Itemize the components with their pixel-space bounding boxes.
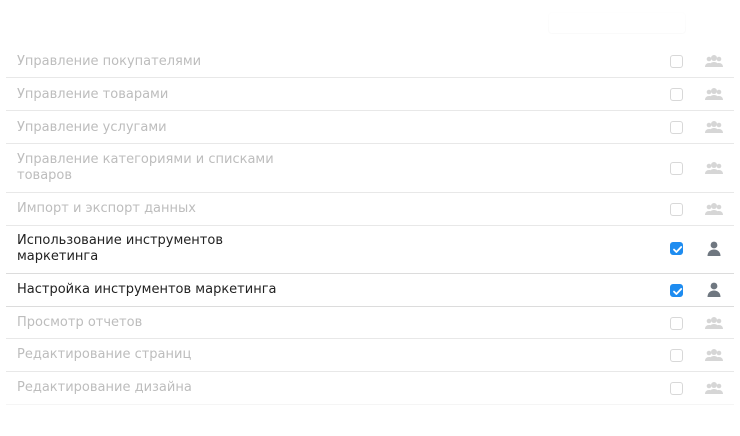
users-group-icon [705,203,723,215]
permission-label: Редактирование страниц [17,347,192,362]
permission-checkbox[interactable] [670,88,683,101]
permission-row-0: Управление покупателями [6,45,734,78]
permission-label: Использование инструментов маркетинга [17,233,223,264]
permission-row-3: Управление категориями и списками товаро… [6,144,734,193]
permission-row-2: Управление услугами [6,111,734,144]
user-icon [707,282,721,297]
users-group-icon [705,317,723,329]
permission-label: Управление категориями и списками товаро… [17,152,274,183]
permission-row-5: Использование инструментов маркетинга [6,226,734,274]
permissions-panel: Управление покупателями Управление товар… [0,0,740,436]
users-group-icon [705,349,723,361]
permission-checkbox[interactable] [670,162,683,175]
top-fade-overlay [0,0,740,48]
permission-checkbox[interactable] [670,121,683,134]
permission-row-1: Управление товарами [6,78,734,111]
users-group-icon [705,88,723,100]
permission-checkbox-checked[interactable] [670,242,683,255]
users-group-icon [705,382,723,394]
permission-checkbox[interactable] [670,203,683,216]
checkmark-icon [673,288,683,295]
bottom-fade-overlay [0,400,740,436]
permission-checkbox[interactable] [670,55,683,68]
permission-label: Импорт и экспорт данных [17,201,196,216]
permission-row-8: Редактирование страниц [6,339,734,372]
permission-row-6: Настройка инструментов маркетинга [6,274,734,307]
users-group-icon [705,55,723,67]
checkmark-icon [673,246,683,253]
permission-label: Управление услугами [17,120,167,135]
permission-label: Просмотр отчетов [17,315,143,330]
permission-label: Управление покупателями [17,54,202,69]
permission-label: Управление товарами [17,87,169,102]
permission-checkbox-checked[interactable] [670,284,683,297]
permission-row-4: Импорт и экспорт данных [6,193,734,226]
permission-checkbox[interactable] [670,382,683,395]
user-icon [707,241,721,256]
permission-checkbox[interactable] [670,317,683,330]
permission-checkbox[interactable] [670,349,683,362]
users-group-icon [705,121,723,133]
permission-label: Настройка инструментов маркетинга [17,282,277,297]
users-group-icon [705,162,723,174]
permission-label: Редактирование дизайна [17,380,192,395]
permission-row-7: Просмотр отчетов [6,307,734,339]
